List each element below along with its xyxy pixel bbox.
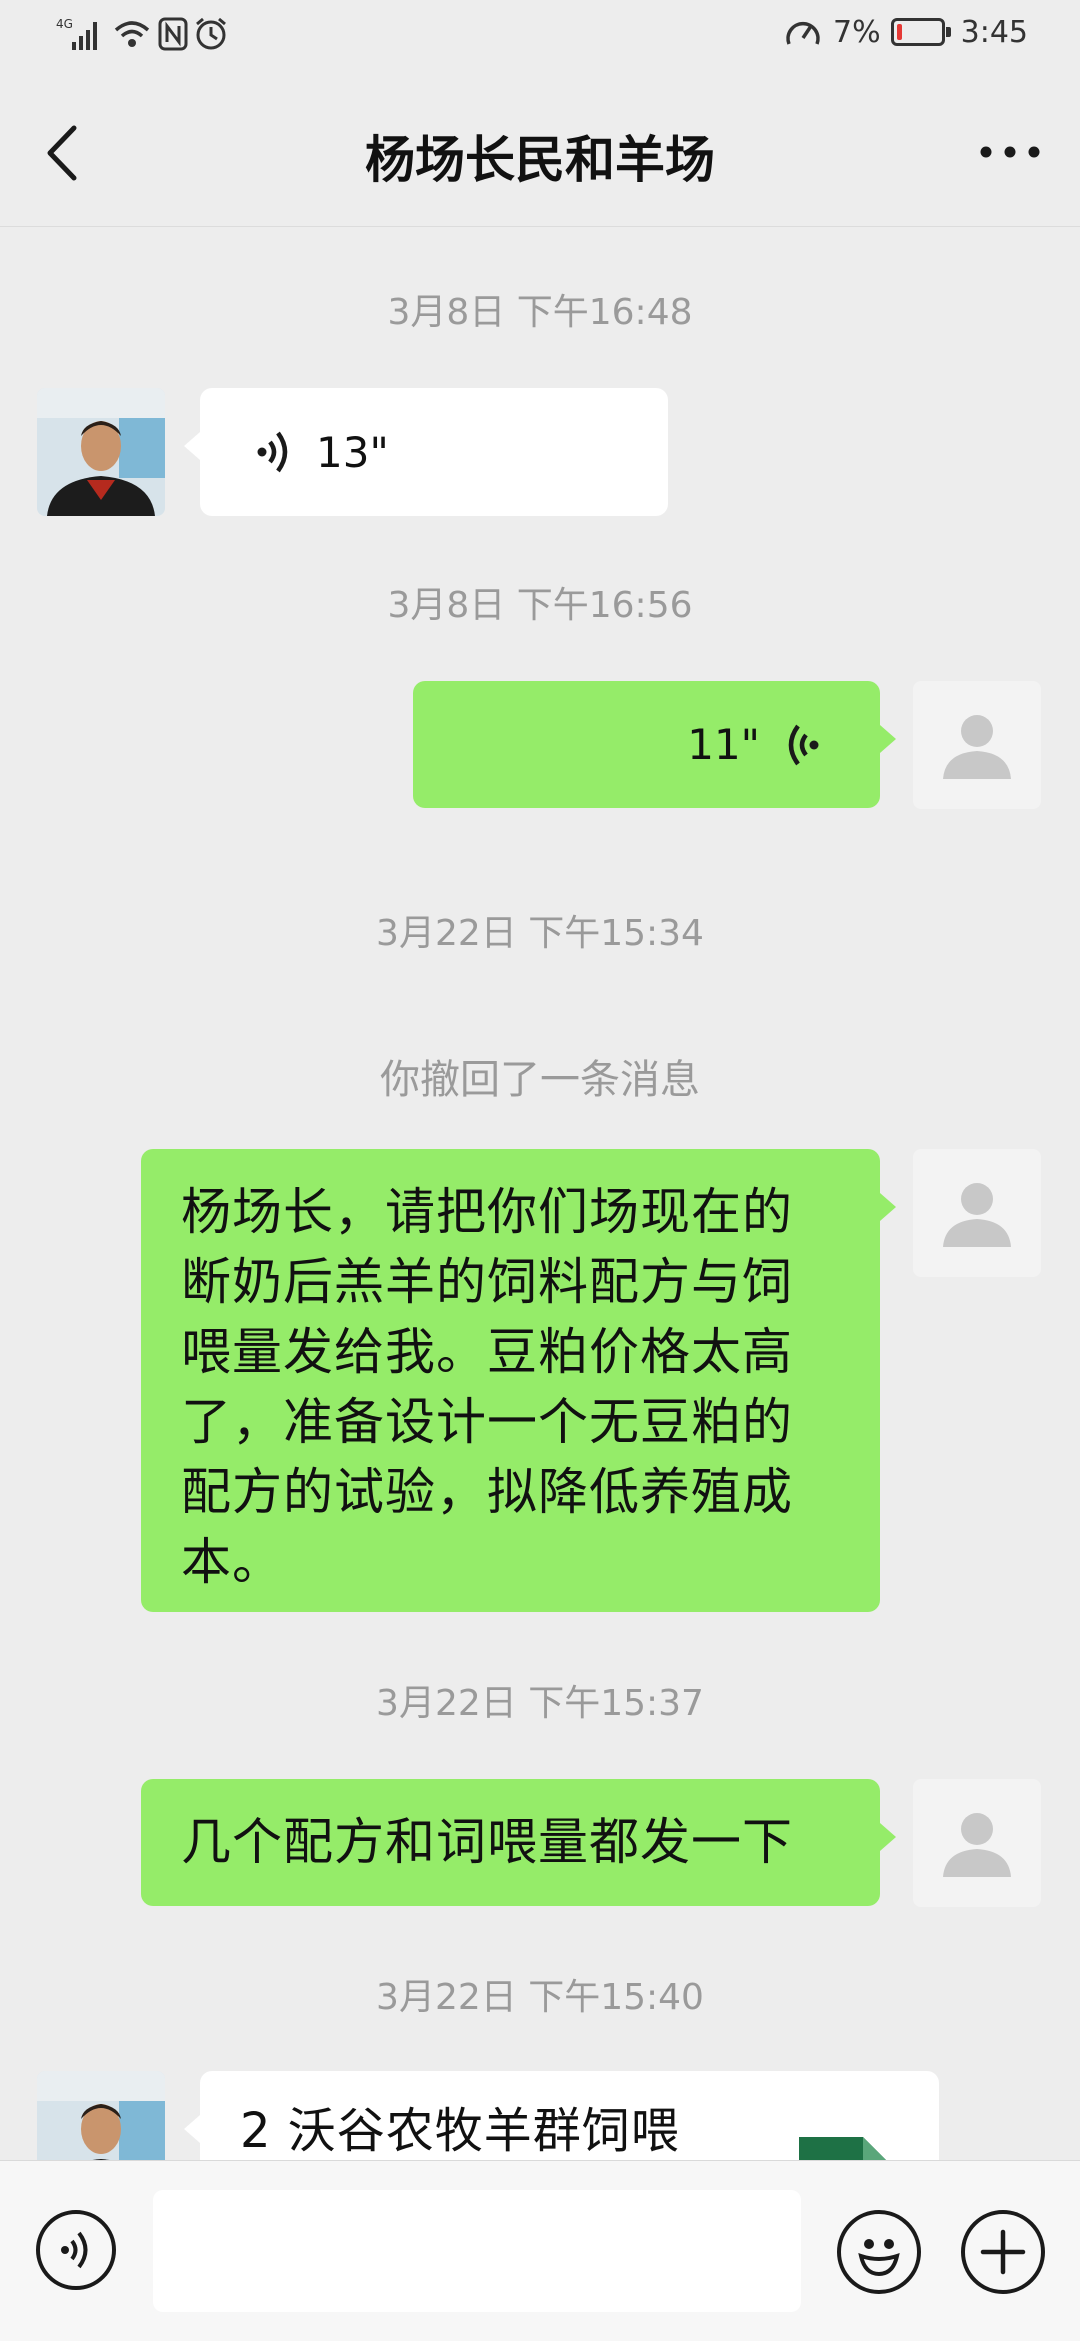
- status-bar: 4G 7% 3:45: [0, 0, 1080, 76]
- message-timestamp: 3月8日 下午16:48: [387, 292, 693, 333]
- default-user-icon: [943, 1183, 1011, 1247]
- my-avatar[interactable]: [913, 1149, 1041, 1277]
- voice-play-icon: [257, 431, 288, 473]
- text-message-bubble[interactable]: 杨场长，请把你们场现在的 断奶后羔羊的饲料配方与饲 喂量发给我。豆粕价格太高 了…: [141, 1149, 896, 1612]
- contact-photo: [37, 388, 165, 516]
- message-line: 杨场长，请把你们场现在的: [181, 1183, 793, 1241]
- message-timestamp: 3月22日 下午15:40: [376, 1977, 704, 2018]
- battery-icon: [890, 18, 951, 46]
- speed-gauge-icon: [786, 21, 820, 45]
- message-input[interactable]: [153, 2190, 801, 2312]
- voice-message-bubble[interactable]: 13": [184, 388, 668, 516]
- message-line: 了，准备设计一个无豆粕的: [181, 1393, 793, 1451]
- voice-message-bubble[interactable]: 11": [413, 681, 896, 808]
- plus-icon: [980, 2229, 1026, 2275]
- voice-play-icon: [788, 724, 819, 765]
- voice-input-button[interactable]: [36, 2210, 116, 2290]
- recalled-message-notice: 你撤回了一条消息: [380, 1057, 700, 1103]
- message-timestamp: 3月22日 下午15:34: [376, 913, 704, 954]
- status-icons-left: 4G: [54, 14, 228, 54]
- cellular-signal-icon: 4G: [56, 17, 97, 50]
- message-text: 几个配方和词喂量都发一下: [181, 1807, 842, 1877]
- message-timestamp: 3月8日 下午16:56: [387, 585, 693, 626]
- message-line: 几个配方和词喂量都发一下: [181, 1813, 793, 1871]
- my-avatar[interactable]: [913, 681, 1041, 809]
- more-options-button[interactable]: [974, 126, 1046, 178]
- message-line: 断奶后羔羊的饲料配方与饲: [181, 1253, 793, 1311]
- battery-percent: 7%: [833, 14, 881, 50]
- voice-input-icon: [61, 2231, 88, 2269]
- alarm-icon: [196, 17, 226, 50]
- emoji-button[interactable]: [837, 2210, 921, 2294]
- default-user-icon: [943, 715, 1011, 779]
- more-dots-icon: [980, 146, 1040, 158]
- nfc-icon: [158, 17, 188, 51]
- message-text: 杨场长，请把你们场现在的 断奶后羔羊的饲料配方与饲 喂量发给我。豆粕价格太高 了…: [181, 1177, 842, 1597]
- voice-duration: 11": [687, 720, 760, 769]
- wifi-icon: [114, 21, 150, 47]
- message-line: 喂量发给我。豆粕价格太高: [181, 1323, 793, 1381]
- more-functions-button[interactable]: [961, 2210, 1045, 2294]
- chat-header: 杨场长民和羊场: [0, 76, 1080, 227]
- contact-avatar[interactable]: [37, 388, 165, 516]
- clock-time: 3:45: [960, 14, 1028, 50]
- input-bar: [0, 2160, 1080, 2341]
- message-line: 本。: [181, 1533, 283, 1591]
- chat-title: 杨场长民和羊场: [365, 131, 715, 189]
- status-icons-right: 7% 3:45: [783, 14, 1028, 50]
- network-type-label: 4G: [56, 17, 73, 31]
- voice-duration: 13": [316, 427, 389, 477]
- text-message-bubble[interactable]: 几个配方和词喂量都发一下: [141, 1779, 896, 1906]
- my-avatar[interactable]: [913, 1779, 1041, 1907]
- message-line: 配方的试验，拟降低养殖成: [181, 1463, 793, 1521]
- emoji-icon: [858, 2239, 900, 2277]
- message-timestamp: 3月22日 下午15:37: [376, 1683, 704, 1724]
- default-user-icon: [943, 1813, 1011, 1877]
